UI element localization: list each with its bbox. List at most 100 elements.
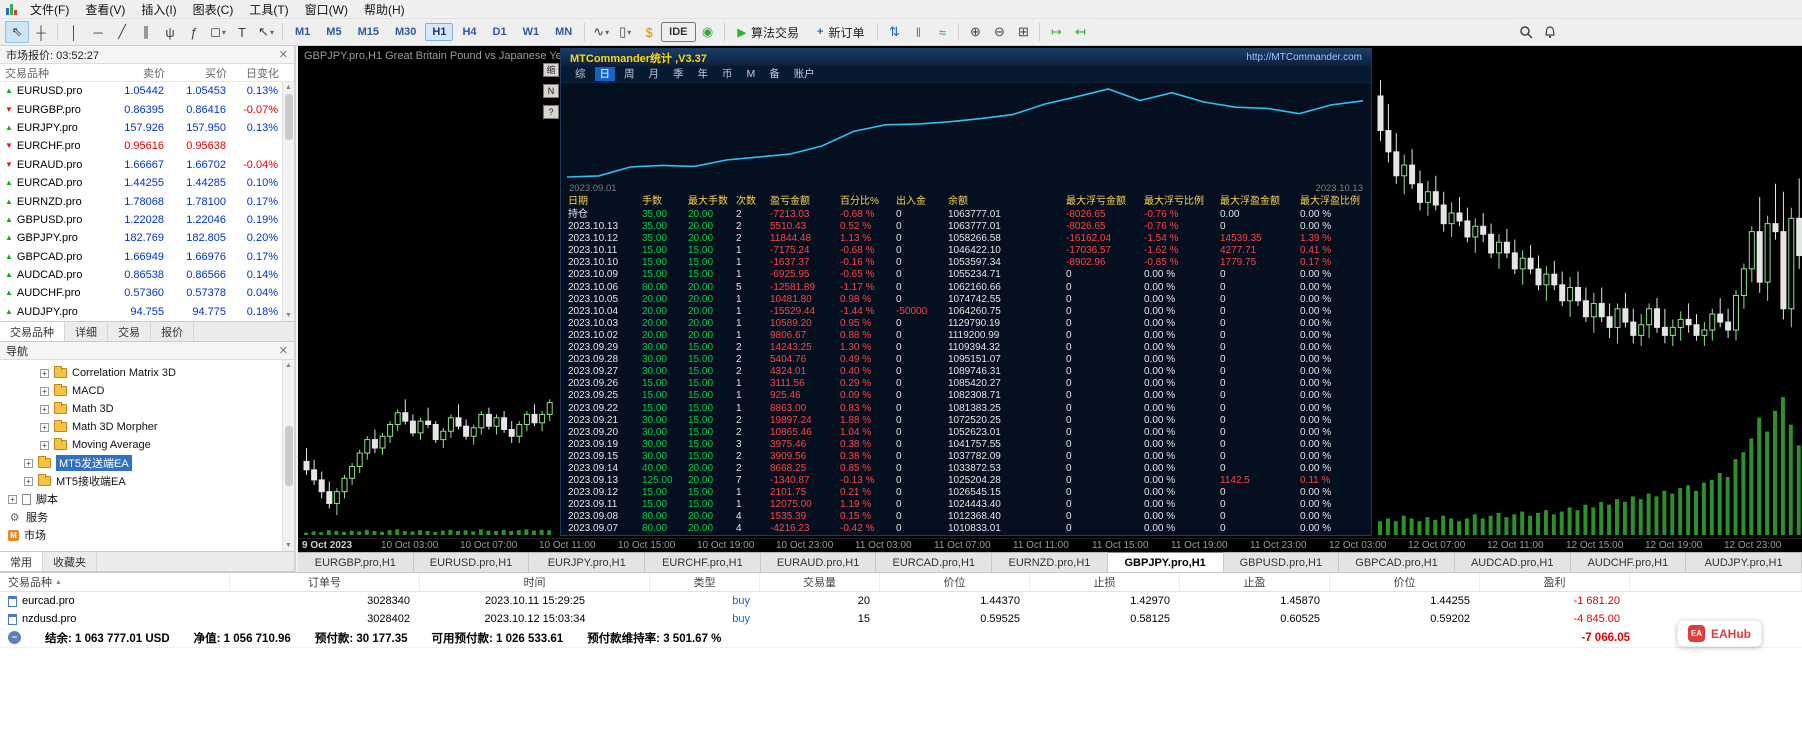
notifications-icon[interactable] bbox=[1538, 21, 1562, 43]
shift-back-icon[interactable]: ↤ bbox=[1068, 21, 1093, 43]
trade-position-row[interactable]: nzdusd.pro 3028402 2023.10.12 15:03:34 buy 1… bbox=[0, 610, 1802, 628]
chart-tab-AUDJPYproH1[interactable]: AUDJPY.pro,H1 bbox=[1686, 553, 1802, 572]
timeframe-m30[interactable]: M30 bbox=[387, 23, 424, 41]
trades-col-header-7[interactable]: 止盈 bbox=[1180, 573, 1330, 591]
timeframe-w1[interactable]: W1 bbox=[515, 23, 547, 41]
trades-col-header-8[interactable]: 价位 bbox=[1330, 573, 1480, 591]
chart-tab-AUDCADproH1[interactable]: AUDCAD.pro,H1 bbox=[1455, 553, 1571, 572]
navigator-item[interactable]: + MACD bbox=[0, 382, 294, 400]
menu-item-0[interactable]: 文件(F) bbox=[22, 0, 77, 19]
market-watch-row[interactable]: ▲ EURUSD.pro 1.05442 1.05453 0.13% bbox=[0, 82, 294, 100]
chart-tab-EURNZDproH1[interactable]: EURNZD.pro,H1 bbox=[992, 553, 1108, 572]
trades-col-header-5[interactable]: 价位 bbox=[880, 573, 1030, 591]
mtc-mini-button-?[interactable]: ? bbox=[543, 105, 559, 119]
mtc-tab-年[interactable]: 年 bbox=[693, 67, 714, 81]
dollar-icon[interactable]: $ bbox=[637, 21, 662, 43]
scroll-thumb[interactable] bbox=[284, 425, 293, 486]
scroll-down-icon[interactable]: ▼ bbox=[285, 542, 292, 549]
trades-col-header-1[interactable]: 订单号 bbox=[230, 573, 420, 591]
market-watch-scrollbar[interactable]: ▲ ▼ bbox=[282, 82, 294, 322]
market-watch-row[interactable]: ▼ EURCHF.pro 0.95616 0.95638 bbox=[0, 137, 294, 155]
text-tool[interactable]: T bbox=[230, 21, 254, 43]
mtc-tab-备[interactable]: 备 bbox=[764, 67, 785, 81]
chart-tab-EURGBPproH1[interactable]: EURGBP.pro,H1 bbox=[298, 553, 414, 572]
timeframe-d1[interactable]: D1 bbox=[485, 23, 514, 41]
scroll-up-icon[interactable]: ▲ bbox=[285, 362, 292, 369]
trades-col-header-0[interactable]: 交易品种 ▲ bbox=[0, 573, 230, 591]
navigator-scrollbar[interactable]: ▲ ▼ bbox=[282, 360, 294, 551]
search-icon[interactable] bbox=[1514, 21, 1538, 43]
trade-position-row[interactable]: eurcad.pro 3028340 2023.10.11 15:29:25 buy 2… bbox=[0, 592, 1802, 610]
scroll-up-icon[interactable]: ▲ bbox=[285, 84, 292, 91]
mtc-tab-季[interactable]: 季 bbox=[668, 67, 689, 81]
timeframe-m1[interactable]: M1 bbox=[288, 23, 318, 41]
market-watch-row[interactable]: ▲ EURCAD.pro 1.44255 1.44285 0.10% bbox=[0, 174, 294, 192]
market-depth-icon[interactable]: ‖ bbox=[906, 21, 931, 43]
menu-item-5[interactable]: 窗口(W) bbox=[297, 0, 356, 19]
chart-tab-EURCHFproH1[interactable]: EURCHF.pro,H1 bbox=[645, 553, 761, 572]
close-icon[interactable]: ✕ bbox=[279, 344, 288, 357]
timeframe-h1[interactable]: H1 bbox=[425, 23, 454, 41]
zoom-out-icon[interactable]: ⊖ bbox=[987, 21, 1012, 43]
market-watch-row[interactable]: ▲ EURJPY.pro 157.926 157.950 0.13% bbox=[0, 119, 294, 137]
pitchfork-tool[interactable]: ψ bbox=[158, 21, 182, 43]
cursor-tool[interactable]: ⇖ bbox=[5, 21, 29, 43]
market-watch-tab-报价[interactable]: 报价 bbox=[151, 322, 194, 342]
expand-icon[interactable]: + bbox=[24, 458, 33, 468]
arrow-tool[interactable]: ↖ ▾ bbox=[254, 21, 278, 43]
close-icon[interactable]: ✕ bbox=[279, 48, 288, 61]
navigator-item[interactable]: M 市场 bbox=[0, 526, 294, 544]
trades-col-header-2[interactable]: 时间 bbox=[420, 573, 650, 591]
market-watch-tab-详细[interactable]: 详细 bbox=[65, 322, 108, 342]
algo-status-icon[interactable]: ◉ bbox=[695, 21, 720, 43]
trendline-tool[interactable]: ╱ bbox=[110, 21, 134, 43]
expand-icon[interactable]: + bbox=[24, 476, 33, 486]
navigator-item[interactable]: + Moving Average bbox=[0, 436, 294, 454]
timeframe-mn[interactable]: MN bbox=[548, 23, 580, 41]
menu-item-2[interactable]: 插入(I) bbox=[133, 0, 184, 19]
navigator-item[interactable]: + MT5发送端EA bbox=[0, 454, 294, 472]
trades-col-header-4[interactable]: 交易量 bbox=[760, 573, 880, 591]
market-watch-tab-交易[interactable]: 交易 bbox=[108, 322, 151, 342]
timeframe-h4[interactable]: H4 bbox=[455, 23, 484, 41]
chart-type-icon[interactable]: ▯ ▾ bbox=[613, 21, 638, 43]
scroll-thumb[interactable] bbox=[284, 94, 293, 140]
fibonacci-tool[interactable]: ƒ bbox=[182, 21, 206, 43]
zigzag-icon[interactable]: ≈ bbox=[930, 21, 955, 43]
expand-icon[interactable]: + bbox=[40, 386, 49, 396]
chart-tab-EURUSDproH1[interactable]: EURUSD.pro,H1 bbox=[414, 553, 530, 572]
mtc-tab-月[interactable]: 月 bbox=[644, 67, 665, 81]
channel-tool[interactable]: ∥ bbox=[134, 21, 158, 43]
market-watch-row[interactable]: ▲ AUDJPY.pro 94.755 94.775 0.18% bbox=[0, 303, 294, 321]
chart-tab-AUDCHFproH1[interactable]: AUDCHF.pro,H1 bbox=[1571, 553, 1687, 572]
tile-windows-icon[interactable]: ⊞ bbox=[1011, 21, 1036, 43]
mtc-mini-button-缩[interactable]: 缩 bbox=[543, 63, 559, 77]
menu-item-6[interactable]: 帮助(H) bbox=[356, 0, 413, 19]
market-watch-row[interactable]: ▲ AUDCAD.pro 0.86538 0.86566 0.14% bbox=[0, 266, 294, 284]
expand-icon[interactable]: + bbox=[40, 404, 49, 414]
navigator-item[interactable]: + Math 3D Morpher bbox=[0, 418, 294, 436]
scroll-down-icon[interactable]: ▼ bbox=[285, 312, 292, 319]
shift-end-icon[interactable]: ↦ bbox=[1044, 21, 1069, 43]
chart-tab-GBPCADproH1[interactable]: GBPCAD.pro,H1 bbox=[1339, 553, 1455, 572]
algo-trading-button[interactable]: ▶ 算法交易 bbox=[728, 20, 808, 44]
market-watch-row[interactable]: ▲ AUDCHF.pro 0.57360 0.57378 0.04% bbox=[0, 284, 294, 302]
mtc-tab-账户[interactable]: 账户 bbox=[789, 67, 820, 81]
market-watch-row[interactable]: ▼ EURGBP.pro 0.86395 0.86416 -0.07% bbox=[0, 100, 294, 118]
chart-area[interactable]: GBPJPY.pro,H1 Great Britain Pound vs Jap… bbox=[298, 46, 1802, 552]
expand-icon[interactable]: + bbox=[40, 368, 49, 378]
chart-tab-GBPUSDproH1[interactable]: GBPUSD.pro,H1 bbox=[1224, 553, 1340, 572]
mtc-mini-button-N[interactable]: N bbox=[543, 84, 559, 98]
horizontal-line-tool[interactable]: ─ bbox=[86, 21, 110, 43]
expand-icon[interactable]: + bbox=[40, 440, 49, 450]
navigator-tab-常用[interactable]: 常用 bbox=[0, 552, 43, 571]
market-watch-row[interactable]: ▲ GBPJPY.pro 182.769 182.805 0.20% bbox=[0, 229, 294, 247]
market-watch-tab-交易品种[interactable]: 交易品种 bbox=[0, 322, 65, 342]
trades-col-header-6[interactable]: 止损 bbox=[1030, 573, 1180, 591]
navigator-item[interactable]: + Correlation Matrix 3D bbox=[0, 364, 294, 382]
navigator-item[interactable]: + Math 3D bbox=[0, 400, 294, 418]
chart-tab-GBPJPYproH1[interactable]: GBPJPY.pro,H1 bbox=[1107, 552, 1224, 572]
navigator-tab-收藏夹[interactable]: 收藏夹 bbox=[43, 552, 97, 571]
market-watch-row[interactable]: ▲ EURNZD.pro 1.78068 1.78100 0.17% bbox=[0, 192, 294, 210]
shapes-tool[interactable]: ◻ ▾ bbox=[206, 21, 230, 43]
